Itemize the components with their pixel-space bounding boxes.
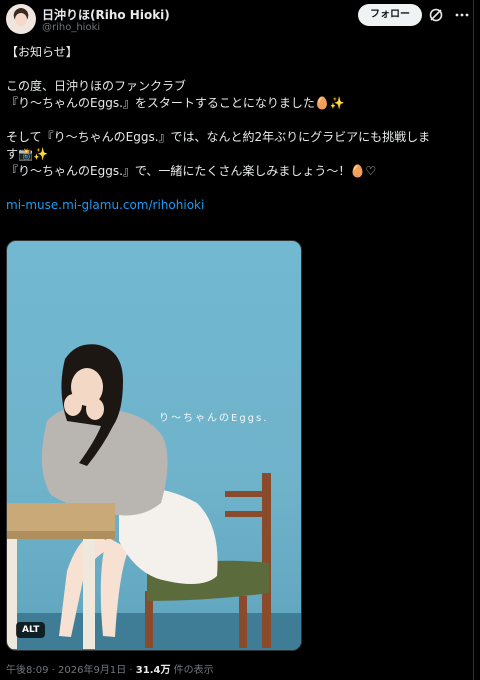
photo-overlay-text: り〜ちゃんのEggs. <box>159 413 269 424</box>
tweet-line <box>6 180 466 197</box>
tweet-time[interactable]: 午後8:09 <box>6 665 48 676</box>
tweet-line: す📸✨ <box>6 147 48 161</box>
tweet-text: 【お知らせ】 この度、日沖りほのファンクラブ 『り〜ちゃんのEggs.』をスター… <box>6 44 466 214</box>
tweet-header: 日沖りほ(Riho Hioki) @riho_hioki フォロー <box>6 4 470 36</box>
display-name[interactable]: 日沖りほ(Riho Hioki) <box>42 6 170 23</box>
views-count: 31.4万 <box>135 665 171 676</box>
tweet-line <box>6 112 466 129</box>
tweet-line: 【お知らせ】 <box>6 45 78 59</box>
tweet-line: 『り〜ちゃんのEggs.』をスタートすることになりました🥚✨ <box>6 96 345 110</box>
avatar[interactable] <box>6 4 36 34</box>
photo-illustration <box>7 344 301 650</box>
follow-button[interactable]: フォロー <box>358 4 422 26</box>
tweet-date[interactable]: 2026年9月1日 <box>58 665 126 676</box>
column-border <box>473 0 474 680</box>
views-label: 件の表示 <box>173 665 214 676</box>
tweet-line <box>6 61 466 78</box>
tweet-line: この度、日沖りほのファンクラブ <box>6 79 187 93</box>
tweet-line: そして『り〜ちゃんのEggs.』では、なんと約2年ぶりにグラビアにも挑戦しま <box>6 130 431 144</box>
user-handle[interactable]: @riho_hioki <box>42 22 100 33</box>
meta-separator: · <box>51 665 55 676</box>
tweet-link[interactable]: mi-muse.mi-glamu.com/rihohioki <box>6 197 466 214</box>
tweet-photo[interactable]: り〜ちゃんのEggs. <box>6 240 302 651</box>
grok-icon[interactable] <box>428 7 444 23</box>
more-icon[interactable] <box>454 7 470 23</box>
tweet-line: 『り〜ちゃんのEggs.』で、一緒にたくさん楽しみましょう〜！🥚♡ <box>6 164 377 178</box>
alt-badge[interactable]: ALT <box>16 622 46 638</box>
meta-separator: · <box>129 665 133 676</box>
tweet-meta: 午後8:09 · 2026年9月1日 · 31.4万 件の表示 <box>6 661 214 676</box>
